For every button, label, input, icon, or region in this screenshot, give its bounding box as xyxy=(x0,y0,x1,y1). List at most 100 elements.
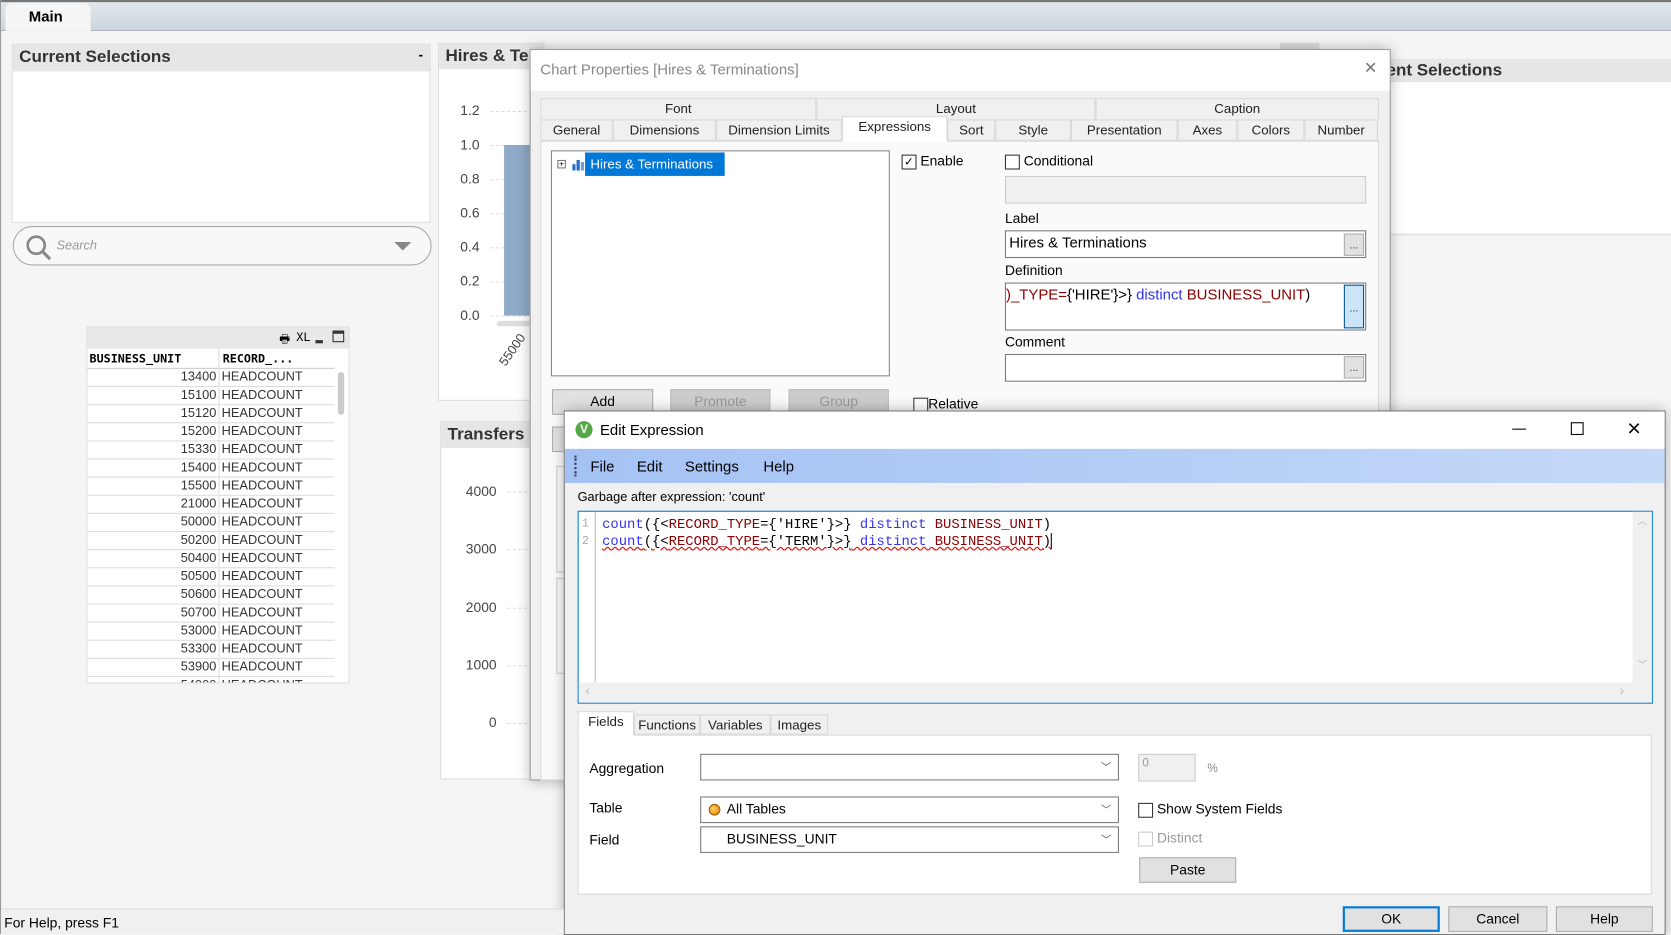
cell-business-unit[interactable]: 15120 xyxy=(87,405,220,423)
definition-input[interactable]: )_TYPE={'HIRE'}>} distinct BUSINESS_UNIT… xyxy=(1004,282,1367,331)
tab-general[interactable]: General xyxy=(540,119,613,141)
dropdown-triangle-icon[interactable] xyxy=(394,242,412,253)
maximize-icon[interactable] xyxy=(332,330,345,343)
cell-record-type[interactable]: HEADCOUNT xyxy=(220,550,335,567)
label-ellipsis-button[interactable]: ... xyxy=(1343,233,1365,256)
cancel-button[interactable]: Cancel xyxy=(1448,906,1548,932)
cell-record-type[interactable]: HEADCOUNT xyxy=(220,677,335,682)
cell-business-unit[interactable]: 50000 xyxy=(87,513,220,531)
cell-business-unit[interactable]: 15330 xyxy=(87,441,220,459)
minimize-icon[interactable]: - xyxy=(418,47,423,63)
ok-button[interactable]: OK xyxy=(1342,906,1440,932)
table-row[interactable]: 53900 HEADCOUNT xyxy=(87,658,335,678)
tab-style[interactable]: Style xyxy=(995,119,1072,141)
cell-business-unit[interactable]: 54000 xyxy=(87,677,220,683)
column-header-business-unit[interactable]: BUSINESS_UNIT xyxy=(87,348,220,368)
cell-business-unit[interactable]: 50400 xyxy=(87,550,220,568)
print-icon[interactable]: 🖶 xyxy=(279,329,290,349)
cell-business-unit[interactable]: 53900 xyxy=(87,658,220,676)
cell-record-type[interactable]: HEADCOUNT xyxy=(220,423,335,440)
cell-record-type[interactable]: HEADCOUNT xyxy=(220,568,335,585)
comment-input[interactable] xyxy=(1004,353,1367,382)
tab-expressions[interactable]: Expressions xyxy=(841,116,948,142)
expression-editor[interactable]: 1 2 count({<RECORD_TYPE={'HIRE'}>} disti… xyxy=(577,510,1653,704)
cell-business-unit[interactable]: 15500 xyxy=(87,477,220,495)
table-row[interactable]: 15500 HEADCOUNT xyxy=(87,477,335,496)
tab-fields[interactable]: Fields xyxy=(577,711,635,736)
tab-variables[interactable]: Variables xyxy=(700,714,771,735)
tab-images[interactable]: Images xyxy=(770,714,829,735)
menu-edit[interactable]: Edit xyxy=(637,457,663,474)
menu-settings[interactable]: Settings xyxy=(685,457,739,474)
table-select[interactable]: All Tables ﹀ xyxy=(700,796,1119,824)
sheet-tab-main[interactable]: Main xyxy=(5,3,91,31)
minimize-icon[interactable] xyxy=(1512,428,1527,430)
table-row[interactable]: 53300 HEADCOUNT xyxy=(87,640,335,659)
distinct-checkbox[interactable]: Distinct xyxy=(1138,830,1202,847)
cell-business-unit[interactable]: 50500 xyxy=(87,568,220,586)
comment-ellipsis-button[interactable]: ... xyxy=(1343,356,1365,379)
cell-record-type[interactable]: HEADCOUNT xyxy=(220,514,335,531)
expression-item[interactable]: Hires & Terminations xyxy=(585,152,725,176)
field-select[interactable]: BUSINESS_UNIT ﹀ xyxy=(700,826,1119,853)
cell-record-type[interactable]: HEADCOUNT xyxy=(220,387,335,404)
tab-axes[interactable]: Axes xyxy=(1177,119,1238,141)
cell-record-type[interactable]: HEADCOUNT xyxy=(220,605,335,622)
table-row[interactable]: 50500 HEADCOUNT xyxy=(87,568,335,587)
show-system-fields-checkbox[interactable]: Show System Fields xyxy=(1138,801,1282,818)
cell-record-type[interactable]: HEADCOUNT xyxy=(220,659,335,676)
table-row[interactable]: 50600 HEADCOUNT xyxy=(87,586,335,605)
search-input[interactable]: Search xyxy=(56,238,97,253)
tab-sort[interactable]: Sort xyxy=(947,119,996,141)
column-header-record-type[interactable]: RECORD_... xyxy=(220,349,335,368)
cell-business-unit[interactable]: 15400 xyxy=(87,459,220,477)
cell-record-type[interactable]: HEADCOUNT xyxy=(220,369,335,386)
table-row[interactable]: 50000 HEADCOUNT xyxy=(87,513,335,533)
paste-button[interactable]: Paste xyxy=(1139,857,1237,883)
cell-business-unit[interactable]: 53300 xyxy=(87,640,220,658)
definition-ellipsis-button[interactable]: ... xyxy=(1343,284,1365,329)
cell-record-type[interactable]: HEADCOUNT xyxy=(220,623,335,640)
conditional-checkbox[interactable]: Conditional xyxy=(1004,152,1093,170)
cell-record-type[interactable]: HEADCOUNT xyxy=(220,496,335,513)
cell-record-type[interactable]: HEADCOUNT xyxy=(220,441,335,458)
vertical-scrollbar[interactable]: ︿ ﹀ xyxy=(1632,511,1652,683)
maximize-icon[interactable] xyxy=(1570,422,1584,436)
cell-business-unit[interactable]: 21000 xyxy=(87,495,220,513)
cell-business-unit[interactable]: 15200 xyxy=(87,423,220,441)
table-row[interactable]: 53000 HEADCOUNT xyxy=(87,622,335,641)
cell-business-unit[interactable]: 50200 xyxy=(87,532,220,550)
table-row[interactable]: 15100 HEADCOUNT xyxy=(87,387,335,406)
close-icon[interactable]: × xyxy=(1364,57,1376,82)
table-row[interactable]: 15120 HEADCOUNT xyxy=(87,405,335,424)
tab-colors[interactable]: Colors xyxy=(1237,119,1305,141)
xl-icon[interactable]: XL xyxy=(296,331,310,345)
cell-business-unit[interactable]: 53000 xyxy=(87,622,220,640)
table-row[interactable]: 15330 HEADCOUNT xyxy=(87,441,335,460)
enable-checkbox[interactable]: ✓ Enable xyxy=(901,152,964,170)
menu-help[interactable]: Help xyxy=(763,457,794,474)
cell-record-type[interactable]: HEADCOUNT xyxy=(220,586,335,603)
cell-record-type[interactable]: HEADCOUNT xyxy=(220,478,335,495)
tab-dimension-limits[interactable]: Dimension Limits xyxy=(716,119,842,141)
table-row[interactable]: 54000HEADCOUNT xyxy=(87,677,335,683)
menu-file[interactable]: File xyxy=(590,457,614,474)
cell-record-type[interactable]: HEADCOUNT xyxy=(220,532,335,549)
minimize-icon[interactable] xyxy=(315,340,323,344)
table-scrollbar[interactable] xyxy=(337,372,345,415)
search-box[interactable]: Search xyxy=(12,226,432,266)
table-row[interactable]: 50400 HEADCOUNT xyxy=(87,550,335,569)
cell-business-unit[interactable]: 50700 xyxy=(87,604,220,622)
tab-number[interactable]: Number xyxy=(1304,119,1378,141)
label-input[interactable]: Hires & Terminations xyxy=(1004,230,1367,259)
table-row[interactable]: 50700 HEADCOUNT xyxy=(87,604,335,623)
expand-icon[interactable]: + xyxy=(557,159,566,169)
help-button[interactable]: Help xyxy=(1555,906,1653,932)
cell-business-unit[interactable]: 50600 xyxy=(87,586,220,604)
tab-dimensions[interactable]: Dimensions xyxy=(612,119,717,141)
table-row[interactable]: 13400 HEADCOUNT xyxy=(87,368,335,388)
cell-business-unit[interactable]: 15100 xyxy=(87,387,220,405)
cell-record-type[interactable]: HEADCOUNT xyxy=(220,460,335,477)
cell-business-unit[interactable]: 13400 xyxy=(87,368,220,386)
cell-record-type[interactable]: HEADCOUNT xyxy=(220,641,335,658)
